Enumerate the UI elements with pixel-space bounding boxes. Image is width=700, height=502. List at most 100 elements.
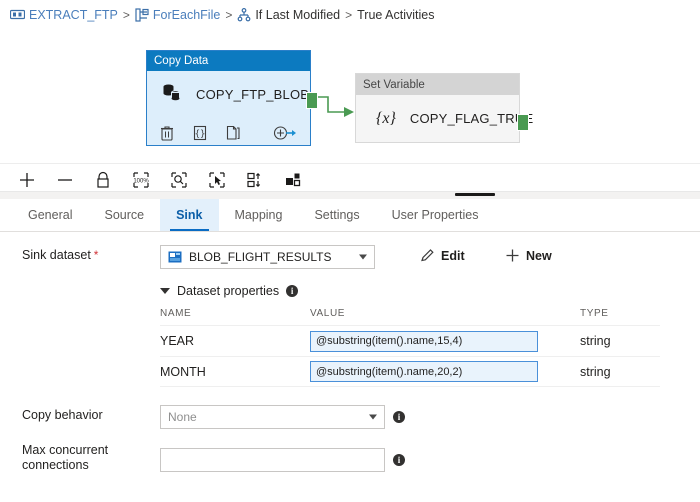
dataset-properties-table: NAME VALUE TYPE YEAR string MONTH string [160, 308, 660, 387]
copy-behavior-label: Copy behavior [22, 408, 103, 422]
sink-dataset-label: Sink dataset [22, 248, 91, 262]
column-header-type: TYPE [580, 308, 609, 319]
tab-label: General [28, 208, 73, 222]
pointer-select-icon[interactable] [202, 166, 232, 194]
required-marker: * [93, 248, 99, 262]
activity-set-variable[interactable]: Set Variable {x} COPY_FLAG_TRUE [355, 73, 533, 143]
svg-text:100%: 100% [133, 179, 149, 185]
tab-general[interactable]: General [12, 199, 88, 231]
tab-mapping[interactable]: Mapping [219, 199, 299, 231]
tab-label: Source [104, 208, 145, 222]
breadcrumb-item-foreachfile[interactable]: ForEachFile [135, 8, 220, 22]
activity-body: COPY_FTP_BLOB {} [147, 71, 310, 146]
zoom-100-icon[interactable]: 100% [126, 166, 156, 194]
breadcrumb-separator: > [345, 7, 353, 22]
layout-icon[interactable] [278, 166, 308, 194]
dataset-properties-label: Dataset properties [177, 284, 280, 298]
copy-behavior-label-group: Copy behavior [22, 408, 103, 422]
breadcrumb-item-if-last-modified[interactable]: If Last Modified [237, 8, 340, 22]
new-label: New [526, 248, 552, 263]
activity-main: COPY_FTP_BLOB [147, 71, 310, 107]
svg-text:{}: {} [195, 130, 206, 140]
property-name: YEAR [160, 334, 195, 348]
breadcrumb-separator: > [225, 7, 233, 22]
activity-output-handle[interactable] [306, 92, 318, 109]
activity-type-label: Set Variable [356, 74, 519, 95]
tab-sink[interactable]: Sink [160, 199, 219, 231]
column-header-value: VALUE [310, 308, 346, 319]
new-dataset-button[interactable]: New [505, 248, 552, 263]
sink-dataset-value: BLOB_FLIGHT_RESULTS [189, 250, 332, 264]
breadcrumb-label: True Activities [357, 7, 435, 22]
pipeline-canvas[interactable]: Copy Data COPY_FTP_BLOB {} Set Variable … [0, 29, 700, 163]
set-variable-output-handle[interactable] [517, 114, 529, 131]
add-output-icon[interactable] [273, 125, 297, 141]
breadcrumb-item-true-activities: True Activities [357, 8, 434, 22]
tab-source[interactable]: Source [88, 199, 160, 231]
property-value-input[interactable] [310, 330, 538, 352]
tab-settings[interactable]: Settings [298, 199, 375, 231]
copy-data-icon [161, 82, 183, 107]
activity-name: COPY_FTP_BLOB [196, 87, 310, 102]
copy-behavior-dropdown[interactable]: None [160, 405, 385, 429]
property-type: string [580, 334, 611, 348]
column-header-name: NAME [160, 308, 192, 319]
edit-label: Edit [441, 248, 465, 263]
max-concurrent-connections-label-group: Max concurrent connections [22, 443, 108, 473]
info-icon[interactable]: i [393, 411, 405, 423]
auto-align-icon[interactable] [240, 166, 270, 194]
breadcrumb-label[interactable]: EXTRACT_FTP [29, 8, 118, 22]
property-type: string [580, 364, 611, 379]
zoom-out-button[interactable] [50, 166, 80, 194]
tab-label: Settings [314, 208, 360, 222]
sink-dataset-dropdown[interactable]: BLOB_FLIGHT_RESULTS [160, 245, 375, 269]
activity-body: {x} COPY_FLAG_TRUE [356, 95, 533, 142]
tab-label: User Properties [391, 208, 479, 222]
max-concurrent-label-line2: connections [22, 458, 89, 472]
activity-copy-data[interactable]: Copy Data COPY_FTP_BLOB {} [146, 50, 311, 146]
panel-splitter-grip[interactable] [455, 193, 495, 196]
chevron-down-icon [369, 414, 377, 420]
copy-behavior-value: None [168, 410, 197, 424]
zoom-fit-icon[interactable] [164, 166, 194, 194]
clone-icon[interactable] [226, 125, 241, 141]
panel-splitter[interactable] [0, 191, 700, 199]
tab-label: Sink [176, 208, 203, 222]
adf-pipeline-editor: EXTRACT_FTP > ForEachFile > If Last Modi… [0, 0, 700, 502]
table-header: NAME VALUE TYPE [160, 308, 660, 325]
sink-dataset-label-group: Sink dataset * [22, 248, 98, 262]
breadcrumb: EXTRACT_FTP > ForEachFile > If Last Modi… [0, 0, 700, 29]
max-concurrent-connections-input[interactable] [160, 448, 385, 472]
edit-dataset-button[interactable]: Edit [420, 248, 465, 263]
breadcrumb-label[interactable]: ForEachFile [153, 8, 220, 22]
blob-dataset-icon [168, 251, 182, 263]
sink-tab-panel: Sink dataset * BLOB_FLIGHT_RESULTS Edit … [0, 232, 700, 502]
property-value-cell [310, 361, 580, 382]
breadcrumb-separator: > [122, 7, 130, 22]
collapse-triangle-icon [160, 288, 170, 294]
code-icon[interactable]: {} [193, 125, 207, 141]
table-row: MONTH string [160, 356, 660, 387]
activity-name: COPY_FLAG_TRUE [409, 111, 534, 126]
if-condition-icon [237, 7, 251, 22]
chevron-down-icon [359, 254, 367, 260]
property-name: MONTH [160, 364, 206, 379]
property-value-input[interactable] [310, 361, 538, 382]
breadcrumb-item-extract-ftp[interactable]: EXTRACT_FTP [10, 8, 118, 22]
activity-type-label: Copy Data [147, 51, 310, 71]
delete-icon[interactable] [160, 125, 174, 141]
breadcrumb-label[interactable]: If Last Modified [255, 8, 340, 22]
lock-icon[interactable] [88, 166, 118, 194]
tab-label: Mapping [234, 208, 283, 222]
pipeline-icon [10, 8, 25, 21]
info-icon[interactable]: i [393, 454, 405, 466]
dataset-properties-toggle[interactable]: Dataset properties i [160, 284, 299, 298]
tab-user-properties[interactable]: User Properties [376, 199, 495, 231]
max-concurrent-label-line1: Max concurrent [22, 443, 109, 457]
pencil-icon [420, 248, 435, 263]
zoom-in-button[interactable] [12, 166, 42, 194]
info-icon[interactable]: i [286, 285, 299, 297]
variable-icon: {x} [376, 109, 396, 127]
table-row: YEAR string [160, 325, 660, 356]
property-value-cell [310, 330, 580, 352]
